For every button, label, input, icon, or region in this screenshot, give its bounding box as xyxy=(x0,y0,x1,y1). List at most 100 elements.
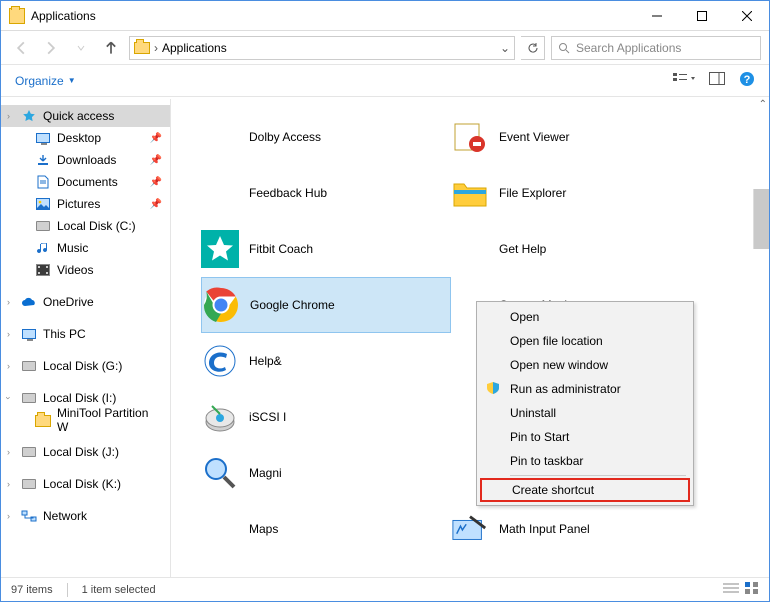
chevron-right-icon: › xyxy=(7,479,10,489)
organize-menu[interactable]: Organize ▼ xyxy=(15,74,76,88)
view-options-button[interactable] xyxy=(673,72,695,89)
sidebar-disk-g[interactable]: ›Local Disk (G:) xyxy=(1,355,170,377)
item-count: 97 items xyxy=(11,584,53,596)
chevron-right-icon: › xyxy=(154,41,158,55)
chevron-right-icon: › xyxy=(7,297,10,307)
sidebar-local-c[interactable]: Local Disk (C:) xyxy=(1,215,170,237)
sidebar-music[interactable]: Music xyxy=(1,237,170,259)
chevron-down-icon[interactable]: ⌄ xyxy=(500,41,510,55)
sidebar-item-label: Music xyxy=(57,241,88,255)
app-item-fitbit[interactable]: Fitbit Coach xyxy=(201,221,451,277)
disk-icon xyxy=(36,221,50,231)
app-icon xyxy=(201,398,239,436)
pictures-icon xyxy=(35,196,51,212)
ctx-run-admin[interactable]: Run as administrator xyxy=(480,377,690,401)
sidebar-minitool[interactable]: MiniTool Partition W xyxy=(1,409,170,431)
ctx-pin-taskbar[interactable]: Pin to taskbar xyxy=(480,449,690,473)
sidebar-item-label: Local Disk (K:) xyxy=(43,477,121,491)
edge-icon xyxy=(201,342,239,380)
sidebar-disk-k[interactable]: › Local Disk (K:) xyxy=(1,473,170,495)
pin-icon: 📌 xyxy=(150,133,162,144)
app-item-maps[interactable]: Maps xyxy=(201,501,451,557)
downloads-icon xyxy=(35,152,51,168)
maximize-button[interactable] xyxy=(679,1,724,30)
app-item-mathinput[interactable]: Math Input Panel xyxy=(451,501,701,557)
network-icon xyxy=(21,508,37,524)
sidebar-documents[interactable]: Documents📌 xyxy=(1,171,170,193)
sidebar-onedrive[interactable]: › OneDrive xyxy=(1,291,170,313)
app-item-gethelp[interactable]: Get Help xyxy=(451,221,701,277)
address-bar: › Applications ⌄ Search Applications xyxy=(1,31,769,65)
app-label: Event Viewer xyxy=(499,130,569,144)
ctx-pin-start[interactable]: Pin to Start xyxy=(480,425,690,449)
ctx-open-location[interactable]: Open file location xyxy=(480,329,690,353)
desktop-icon xyxy=(36,133,50,143)
app-icon xyxy=(201,230,239,268)
chevron-right-icon: › xyxy=(7,329,10,339)
sidebar: › Quick access Desktop📌 Downloads📌 Docum… xyxy=(1,99,171,577)
sidebar-disk-j[interactable]: ›Local Disk (J:) xyxy=(1,441,170,463)
app-label: Feedback Hub xyxy=(249,186,327,200)
app-label: Fitbit Coach xyxy=(249,242,313,256)
ctx-uninstall[interactable]: Uninstall xyxy=(480,401,690,425)
sidebar-item-label: Local Disk (C:) xyxy=(57,219,136,233)
breadcrumb-label[interactable]: Applications xyxy=(162,41,227,55)
sidebar-videos[interactable]: Videos xyxy=(1,259,170,281)
status-bar: 97 items 1 item selected xyxy=(1,577,769,601)
ctx-label: Pin to taskbar xyxy=(510,454,583,468)
sidebar-item-label: Network xyxy=(43,509,87,523)
recent-dropdown[interactable] xyxy=(69,36,93,60)
app-label: File Explorer xyxy=(499,186,566,200)
chevron-right-icon: › xyxy=(7,447,10,457)
app-item-help[interactable]: Help& xyxy=(201,333,451,389)
help-button[interactable]: ? xyxy=(739,71,755,90)
folder-icon xyxy=(134,42,150,54)
sidebar-desktop[interactable]: Desktop📌 xyxy=(1,127,170,149)
search-input[interactable]: Search Applications xyxy=(551,36,761,60)
app-item-chrome[interactable]: Google Chrome xyxy=(201,277,451,333)
chevron-right-icon: › xyxy=(7,361,10,371)
preview-pane-button[interactable] xyxy=(709,72,725,89)
app-label: Dolby Access xyxy=(249,130,321,144)
ctx-label: Open xyxy=(510,310,539,324)
sidebar-downloads[interactable]: Downloads📌 xyxy=(1,149,170,171)
app-item-feedback[interactable]: Feedback Hub xyxy=(201,165,451,221)
app-item-magnifier[interactable]: Magni xyxy=(201,445,451,501)
sidebar-pictures[interactable]: Pictures📌 xyxy=(1,193,170,215)
sidebar-this-pc[interactable]: › This PC xyxy=(1,323,170,345)
sidebar-network[interactable]: ›Network xyxy=(1,505,170,527)
ctx-label: Uninstall xyxy=(510,406,556,420)
sidebar-quick-access[interactable]: › Quick access xyxy=(1,105,170,127)
folder-icon xyxy=(35,415,51,427)
ctx-open[interactable]: Open xyxy=(480,305,690,329)
up-button[interactable] xyxy=(99,36,123,60)
back-button[interactable] xyxy=(9,36,33,60)
videos-icon xyxy=(35,262,51,278)
app-item-fileexplorer[interactable]: File Explorer xyxy=(451,165,701,221)
forward-button[interactable] xyxy=(39,36,63,60)
organize-label: Organize xyxy=(15,74,64,88)
app-item-dolby[interactable]: Dolby Access xyxy=(201,109,451,165)
details-view-button[interactable] xyxy=(723,582,739,597)
app-item-iscsi[interactable]: iSCSI I xyxy=(201,389,451,445)
content-area[interactable]: ⌃ Dolby Access Event Viewer Feedback Hub… xyxy=(171,99,769,577)
divider xyxy=(67,583,68,597)
sidebar-item-label: OneDrive xyxy=(43,295,94,309)
pin-icon: 📌 xyxy=(150,199,162,210)
refresh-button[interactable] xyxy=(521,36,545,60)
ctx-label: Open new window xyxy=(510,358,608,372)
ctx-create-shortcut[interactable]: Create shortcut xyxy=(480,478,690,502)
ctx-label: Run as administrator xyxy=(510,382,621,396)
app-item-eventviewer[interactable]: Event Viewer xyxy=(451,109,701,165)
sidebar-item-label: This PC xyxy=(43,327,86,341)
app-label: Magni xyxy=(249,466,282,480)
icons-view-button[interactable] xyxy=(745,582,759,597)
explorer-window: Applications › Applications ⌄ Search App… xyxy=(0,0,770,602)
selection-count: 1 item selected xyxy=(82,584,156,596)
close-button[interactable] xyxy=(724,1,769,30)
minimize-button[interactable] xyxy=(634,1,679,30)
search-icon xyxy=(558,42,570,54)
breadcrumb[interactable]: › Applications ⌄ xyxy=(129,36,515,60)
sidebar-item-label: Videos xyxy=(57,263,93,277)
ctx-open-window[interactable]: Open new window xyxy=(480,353,690,377)
